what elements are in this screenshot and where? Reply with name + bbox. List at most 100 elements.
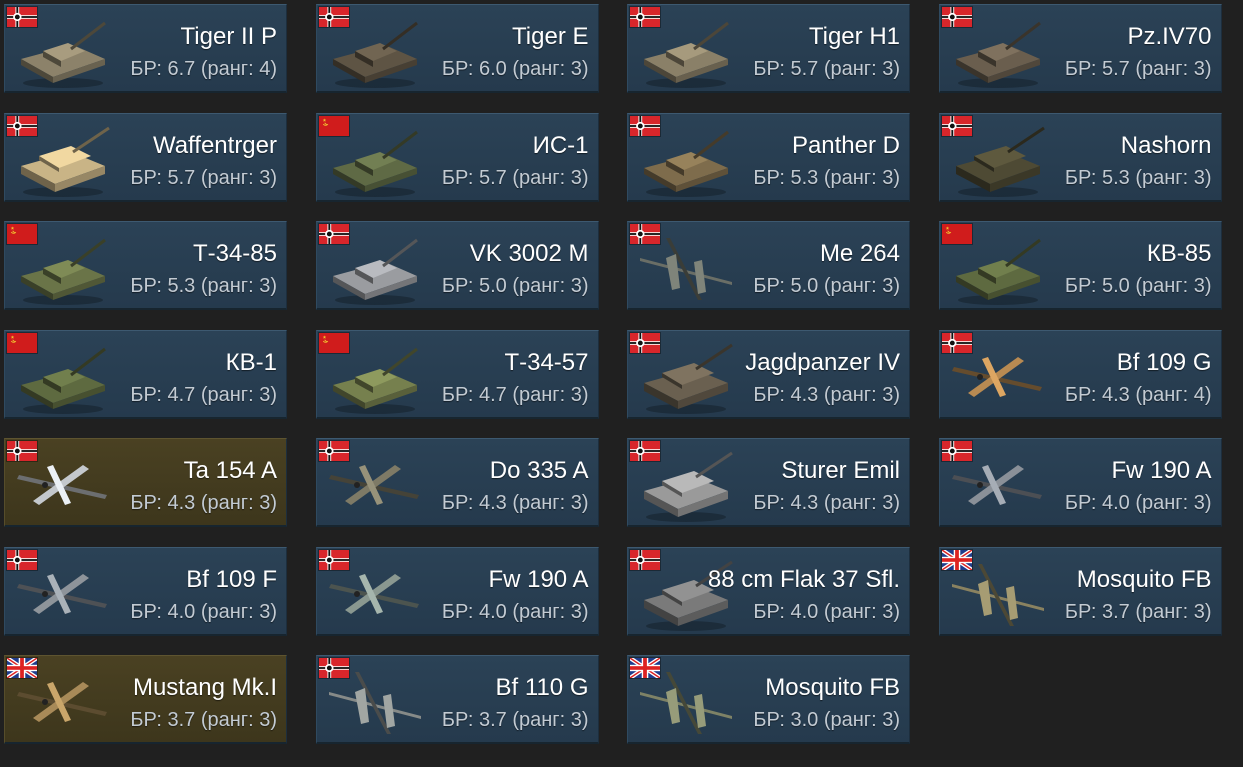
vehicle-card-13[interactable]: КВ-1 БР: 4.7 (ранг: 3) xyxy=(4,329,287,419)
vehicle-name: Tiger H1 xyxy=(808,23,900,50)
fighter-icon xyxy=(948,337,1048,417)
battle-rating: БР: 5.0 (ранг: 3) xyxy=(441,275,589,297)
vehicle-card-25[interactable]: Mustang Mk.I БР: 3.7 (ранг: 3) xyxy=(4,655,287,744)
bomber-icon xyxy=(948,554,1048,634)
battle-rating: БР: 5.0 (ранг: 3) xyxy=(753,275,900,297)
battle-rating: БР: 6.0 (ранг: 3) xyxy=(441,58,589,80)
tank-icon xyxy=(13,11,113,91)
tank-icon xyxy=(13,337,113,417)
vehicle-name: Jagdpanzer IV xyxy=(745,348,900,376)
battle-rating: БР: 4.3 (ранг: 3) xyxy=(753,492,900,514)
battle-rating: БР: 4.0 (ранг: 3) xyxy=(753,600,900,623)
vehicle-name: VK 3002 M xyxy=(469,240,589,267)
battle-rating: БР: 5.0 (ранг: 3) xyxy=(1064,275,1212,297)
vehicle-name: Mustang Mk.I xyxy=(132,674,277,701)
vehicle-name: Mosquito FB xyxy=(765,674,900,701)
vehicle-name: Ta 154 A xyxy=(183,457,277,484)
battle-rating: БР: 5.7 (ранг: 3) xyxy=(753,58,900,80)
vehicle-card-10[interactable]: VK 3002 M БР: 5.0 (ранг: 3) xyxy=(315,221,599,310)
vehicle-card-5[interactable]: Waffentrger БР: 5.7 (ранг: 3) xyxy=(4,112,287,202)
vehicle-name: Nashorn xyxy=(1120,131,1212,159)
vehicle-name: Tiger E xyxy=(512,23,589,50)
tank-icon xyxy=(325,228,425,308)
spg-icon xyxy=(948,120,1048,200)
vehicle-card-27[interactable]: Mosquito FB БР: 3.0 (ранг: 3) xyxy=(627,655,910,744)
vehicle-card-26[interactable]: Bf 110 G БР: 3.7 (ранг: 3) xyxy=(315,655,599,744)
battle-rating: БР: 5.3 (ранг: 3) xyxy=(753,166,900,189)
vehicle-card-23[interactable]: 88 cm Flak 37 Sfl. БР: 4.0 (ранг: 3) xyxy=(627,546,910,636)
fighter-icon xyxy=(13,554,113,634)
tank-icon xyxy=(636,11,736,91)
vehicle-name: Pz.IV70 xyxy=(1127,23,1212,50)
vehicle-name: Waffentrger xyxy=(152,131,277,159)
vehicle-card-6[interactable]: ИС-1 БР: 5.7 (ранг: 3) xyxy=(315,112,599,202)
vehicle-card-8[interactable]: Nashorn БР: 5.3 (ранг: 3) xyxy=(938,112,1222,202)
battle-rating: БР: 3.0 (ранг: 3) xyxy=(753,709,900,731)
battle-rating: БР: 4.0 (ранг: 3) xyxy=(1064,492,1212,514)
battle-rating: БР: 4.7 (ранг: 3) xyxy=(441,383,589,406)
vehicle-name: Sturer Emil xyxy=(781,457,900,484)
bomber-icon xyxy=(636,228,736,308)
fighter-icon xyxy=(13,445,113,525)
battle-rating: БР: 4.0 (ранг: 3) xyxy=(130,600,277,623)
spg-icon xyxy=(636,337,736,417)
vehicle-name: КВ-85 xyxy=(1146,240,1212,267)
battle-rating: БР: 4.3 (ранг: 3) xyxy=(753,383,900,406)
tank-icon xyxy=(325,11,425,91)
battle-rating: БР: 5.3 (ранг: 3) xyxy=(1064,166,1212,189)
vehicle-card-14[interactable]: Т-34-57 БР: 4.7 (ранг: 3) xyxy=(315,329,599,419)
vehicle-card-3[interactable]: Tiger H1 БР: 5.7 (ранг: 3) xyxy=(627,4,910,93)
vehicle-name: Tiger II P xyxy=(180,23,277,50)
vehicle-card-20[interactable]: Fw 190 A БР: 4.0 (ранг: 3) xyxy=(938,438,1222,527)
vehicle-card-1[interactable]: Tiger II P БР: 6.7 (ранг: 4) xyxy=(4,4,287,93)
vehicle-name: КВ-1 xyxy=(225,348,277,376)
tank-icon xyxy=(948,11,1048,91)
battle-rating: БР: 3.7 (ранг: 3) xyxy=(1064,600,1212,623)
vehicle-name: Fw 190 A xyxy=(488,565,589,593)
vehicle-name: Mosquito FB xyxy=(1076,565,1212,593)
vehicle-name: Bf 110 G xyxy=(495,674,589,701)
battle-rating: БР: 3.7 (ранг: 3) xyxy=(441,709,589,731)
vehicle-name: Do 335 A xyxy=(489,457,589,484)
battle-rating: БР: 5.3 (ранг: 3) xyxy=(130,275,277,297)
battle-rating: БР: 5.7 (ранг: 3) xyxy=(441,166,589,189)
vehicle-card-7[interactable]: Panther D БР: 5.3 (ранг: 3) xyxy=(627,112,910,202)
vehicle-card-22[interactable]: Fw 190 A БР: 4.0 (ранг: 3) xyxy=(315,546,599,636)
battle-rating: БР: 5.7 (ранг: 3) xyxy=(130,166,277,189)
vehicle-name: Т-34-85 xyxy=(192,240,277,267)
vehicle-card-17[interactable]: Ta 154 A БР: 4.3 (ранг: 3) xyxy=(4,438,287,527)
vehicle-card-11[interactable]: Me 264 БР: 5.0 (ранг: 3) xyxy=(627,221,910,310)
battle-rating: БР: 4.3 (ранг: 3) xyxy=(441,492,589,514)
battle-rating: БР: 4.0 (ранг: 3) xyxy=(441,600,589,623)
bomber-icon xyxy=(325,662,425,742)
vehicle-card-19[interactable]: Sturer Emil БР: 4.3 (ранг: 3) xyxy=(627,438,910,527)
spg-icon xyxy=(13,120,113,200)
tank-icon xyxy=(13,228,113,308)
spg-icon xyxy=(636,445,736,525)
vehicle-card-16[interactable]: Bf 109 G БР: 4.3 (ранг: 4) xyxy=(938,329,1222,419)
vehicle-card-24[interactable]: Mosquito FB БР: 3.7 (ранг: 3) xyxy=(938,546,1222,636)
tank-icon xyxy=(325,120,425,200)
vehicle-card-21[interactable]: Bf 109 F БР: 4.0 (ранг: 3) xyxy=(4,546,287,636)
vehicle-name: Т-34-57 xyxy=(504,348,589,376)
vehicle-card-2[interactable]: Tiger E БР: 6.0 (ранг: 3) xyxy=(315,4,599,93)
vehicle-card-12[interactable]: КВ-85 БР: 5.0 (ранг: 3) xyxy=(938,221,1222,310)
battle-rating: БР: 4.3 (ранг: 4) xyxy=(1064,383,1212,406)
tank-icon xyxy=(325,337,425,417)
bomber-icon xyxy=(636,662,736,742)
vehicle-card-4[interactable]: Pz.IV70 БР: 5.7 (ранг: 3) xyxy=(938,4,1222,93)
vehicle-name: ИС-1 xyxy=(532,131,589,159)
fighter-icon xyxy=(948,445,1048,525)
battle-rating: БР: 3.7 (ранг: 3) xyxy=(130,709,277,731)
vehicle-grid: Tiger II P БР: 6.7 (ранг: 4) Tiger E БР:… xyxy=(4,4,1222,744)
battle-rating: БР: 6.7 (ранг: 4) xyxy=(130,58,277,80)
vehicle-name: Me 264 xyxy=(819,240,900,267)
vehicle-card-18[interactable]: Do 335 A БР: 4.3 (ранг: 3) xyxy=(315,438,599,527)
vehicle-card-15[interactable]: Jagdpanzer IV БР: 4.3 (ранг: 3) xyxy=(627,329,910,419)
vehicle-name: Panther D xyxy=(791,131,900,159)
tank-icon xyxy=(948,228,1048,308)
battle-rating: БР: 4.3 (ранг: 3) xyxy=(130,492,277,514)
vehicle-name: Fw 190 A xyxy=(1111,457,1212,484)
vehicle-name: Bf 109 F xyxy=(186,565,277,593)
vehicle-card-9[interactable]: Т-34-85 БР: 5.3 (ранг: 3) xyxy=(4,221,287,310)
